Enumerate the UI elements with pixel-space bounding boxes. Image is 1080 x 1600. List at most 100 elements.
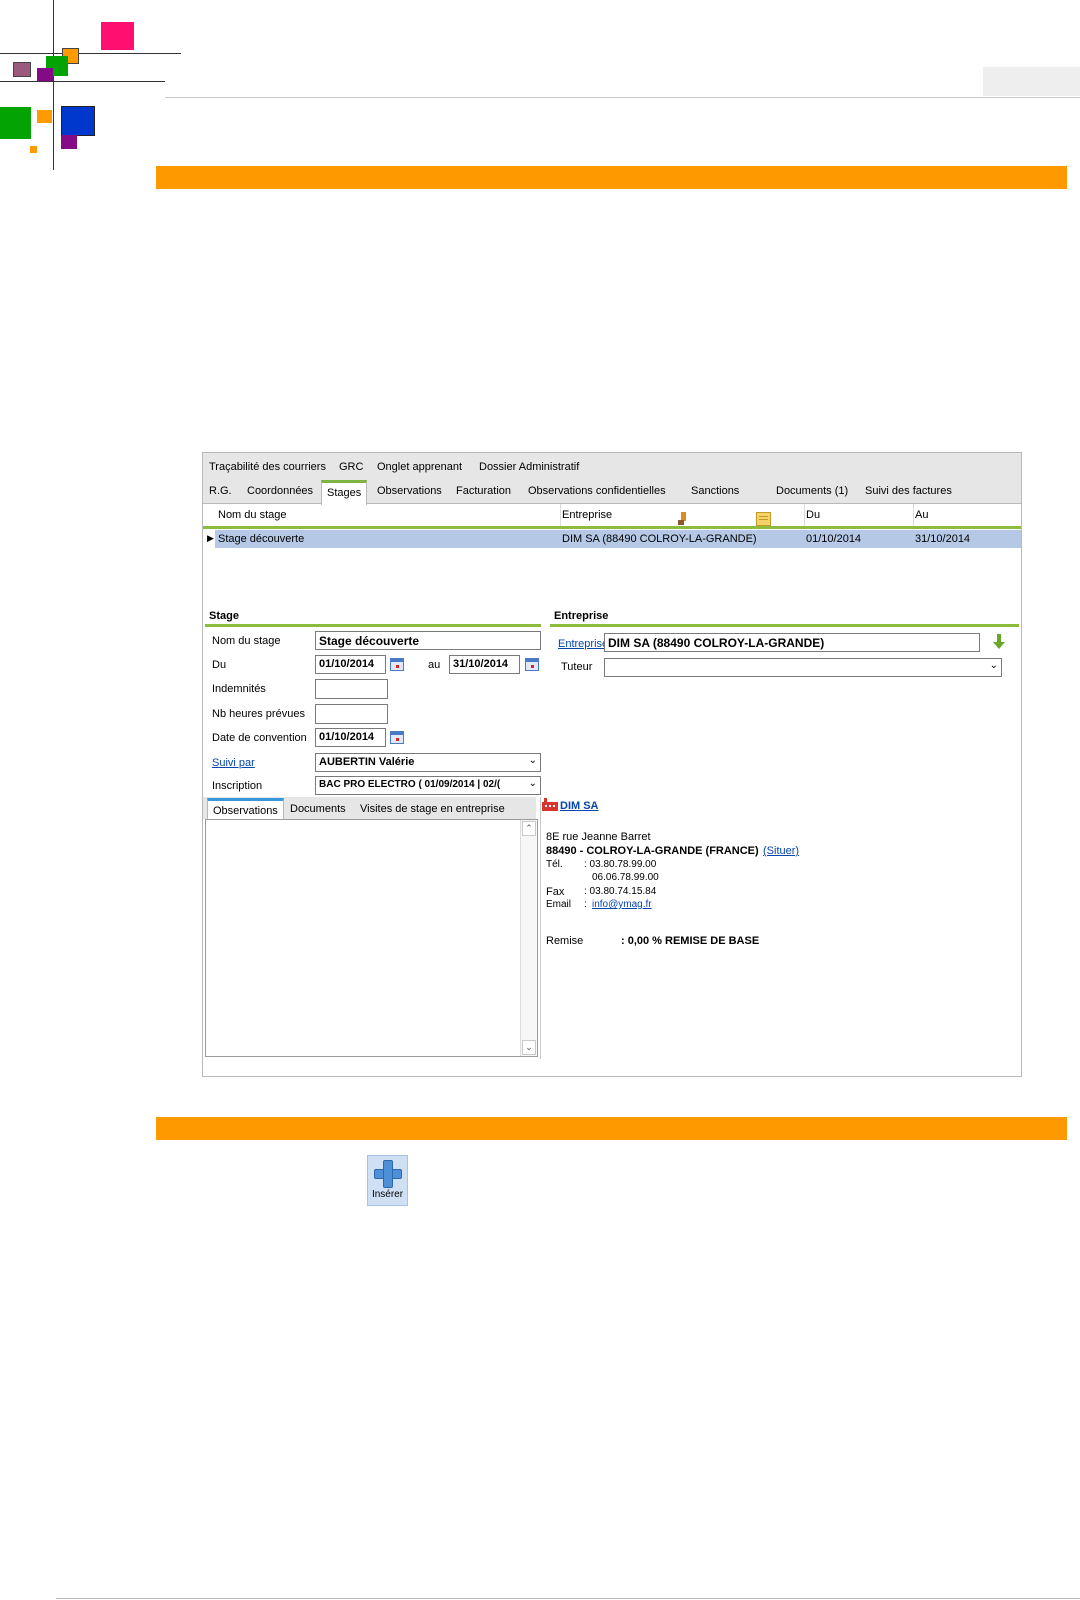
fax-label: Fax: [546, 886, 565, 898]
tab-grc[interactable]: GRC: [339, 461, 363, 473]
date-convention-field[interactable]: 01/10/2014: [315, 728, 386, 747]
tab-observations[interactable]: Observations: [377, 485, 442, 497]
logo-square-orange-2: [37, 110, 52, 123]
subtab-documents[interactable]: Documents: [290, 803, 346, 815]
col-entreprise[interactable]: Entreprise: [562, 509, 612, 521]
logo-horizontal-line: [0, 53, 181, 54]
tel-value: : 03.80.78.99.00: [584, 859, 657, 870]
label-au: au: [428, 659, 441, 671]
tab-coordonnees[interactable]: Coordonnées: [247, 485, 313, 497]
col-separator: [560, 504, 561, 526]
tabs-row-2: R.G. Coordonnées Stages Observations Fac…: [203, 479, 1021, 526]
inscription-value: BAC PRO ELECTRO ( 01/09/2014 | 02/(: [319, 779, 501, 790]
tel-label: Tél.: [546, 859, 563, 870]
date-du-field[interactable]: 01/10/2014: [315, 655, 386, 674]
vertical-scrollbar[interactable]: ⌃ ⌄: [520, 820, 537, 1056]
footer-rule: [56, 1598, 1080, 1599]
tab-documents[interactable]: Documents (1): [776, 485, 848, 497]
label-date-convention: Date de convention: [212, 732, 307, 744]
tab-rg[interactable]: R.G.: [209, 485, 232, 497]
chevron-down-icon: ⌄: [528, 755, 537, 766]
tuteur-select[interactable]: ⌄: [604, 658, 1002, 677]
tabs-row-1: Traçabilité des courriers GRC Onglet app…: [203, 453, 1021, 479]
company-icon: [542, 798, 558, 814]
tab-onglet-apprenant[interactable]: Onglet apprenant: [377, 461, 462, 473]
calendar-icon[interactable]: [390, 731, 404, 744]
locate-link[interactable]: (Situer): [763, 845, 799, 857]
col-separator: [913, 504, 914, 526]
subtab-visites-stage[interactable]: Visites de stage en entreprise: [360, 803, 505, 815]
scroll-down-icon[interactable]: ⌄: [522, 1040, 536, 1055]
col-nom-stage[interactable]: Nom du stage: [218, 509, 286, 521]
label-nb-heures: Nb heures prévues: [212, 708, 305, 720]
email-link[interactable]: info@ymag.fr: [592, 899, 652, 910]
label-indemnites: Indemnités: [212, 683, 266, 695]
stage-section-line: [205, 624, 541, 627]
email-label: Email: [546, 899, 572, 910]
calendar-icon[interactable]: [390, 658, 404, 671]
suivi-par-select[interactable]: AUBERTIN Valérie ⌄: [315, 753, 541, 772]
insert-button[interactable]: Insérer: [367, 1155, 408, 1206]
entreprise-link[interactable]: Entreprise: [558, 638, 608, 650]
cell-entreprise: DIM SA (88490 COLROY-LA-GRANDE): [562, 533, 757, 545]
tab-facturation[interactable]: Facturation: [456, 485, 511, 497]
row-indicator-icon: ▶: [207, 533, 214, 543]
remise-value: : 0,00 % REMISE DE BASE: [621, 935, 760, 947]
tab-suivi-factures[interactable]: Suivi des factures: [865, 485, 952, 497]
tab-sanctions[interactable]: Sanctions: [691, 485, 739, 497]
col-du[interactable]: Du: [806, 509, 820, 521]
logo-square-mauve: [13, 62, 31, 77]
section-bar-bottom: [156, 1117, 1067, 1140]
company-address: 8E rue Jeanne Barret: [546, 831, 651, 843]
observations-textarea[interactable]: ⌃ ⌄: [205, 819, 538, 1057]
entreprise-field[interactable]: DIM SA (88490 COLROY-LA-GRANDE): [604, 633, 980, 652]
logo-horizontal-line-2: [0, 81, 165, 82]
tab-stages[interactable]: Stages: [321, 480, 368, 505]
fax-value: : 03.80.74.15.84: [584, 886, 657, 897]
suivi-par-value: AUBERTIN Valérie: [319, 756, 415, 768]
email-separator: :: [584, 899, 587, 910]
cell-au: 31/10/2014: [915, 533, 971, 545]
tab-tracabilite-courriers[interactable]: Traçabilité des courriers: [209, 461, 326, 473]
sub-tabs: Observations Documents Visites de stage …: [203, 797, 536, 822]
label-du: Du: [212, 659, 227, 671]
scroll-up-icon[interactable]: ⌃: [522, 821, 536, 836]
label-inscription: Inscription: [212, 780, 263, 792]
company-city: 88490 - COLROY-LA-GRANDE (FRANCE): [546, 845, 759, 857]
calendar-icon[interactable]: [525, 658, 539, 671]
nb-heures-field[interactable]: [315, 704, 388, 724]
chevron-down-icon: ⌄: [989, 660, 998, 671]
suivi-par-link[interactable]: Suivi par: [212, 757, 255, 769]
logo-vertical-line: [53, 0, 54, 170]
logo-square-pink: [101, 22, 134, 50]
stage-section-title: Stage: [209, 610, 239, 622]
cell-nom-stage: Stage découverte: [218, 533, 305, 545]
indemnites-field[interactable]: [315, 679, 388, 699]
logo-square-orange-small: [30, 146, 37, 153]
remise-label: Remise: [546, 935, 584, 947]
tab-dossier-administratif[interactable]: Dossier Administratif: [479, 461, 579, 473]
entreprise-section-title: Entreprise: [554, 610, 609, 622]
insert-button-label: Insérer: [371, 1189, 404, 1200]
logo-square-blue: [61, 106, 95, 136]
col-au[interactable]: Au: [915, 509, 928, 521]
stages-window: Traçabilité des courriers GRC Onglet app…: [202, 452, 1022, 1077]
chevron-down-icon: ⌄: [528, 778, 537, 789]
date-au-field[interactable]: 31/10/2014: [449, 655, 520, 674]
arrow-down-icon[interactable]: [993, 634, 1005, 653]
nom-stage-field[interactable]: Stage découverte: [315, 631, 541, 650]
plus-icon-vertical: [383, 1160, 393, 1188]
entreprise-section-line: [550, 624, 1019, 627]
tel-value-2: 06.06.78.99.00: [592, 872, 659, 883]
inscription-select[interactable]: BAC PRO ELECTRO ( 01/09/2014 | 02/( ⌄: [315, 776, 541, 795]
grid-header: Nom du stage Entreprise Du Au: [203, 504, 1021, 529]
cell-du: 01/10/2014: [806, 533, 862, 545]
header-gray-box: [983, 67, 1080, 96]
label-nom-stage: Nom du stage: [212, 635, 281, 647]
logo-square-purple: [37, 68, 53, 81]
table-row[interactable]: Stage découverte DIM SA (88490 COLROY-LA…: [215, 530, 1021, 548]
tab-observations-confidentielles[interactable]: Observations confidentielles: [528, 485, 666, 497]
company-name-link[interactable]: DIM SA: [560, 800, 599, 812]
label-tuteur: Tuteur: [561, 661, 593, 673]
section-bar-top: [156, 166, 1067, 189]
